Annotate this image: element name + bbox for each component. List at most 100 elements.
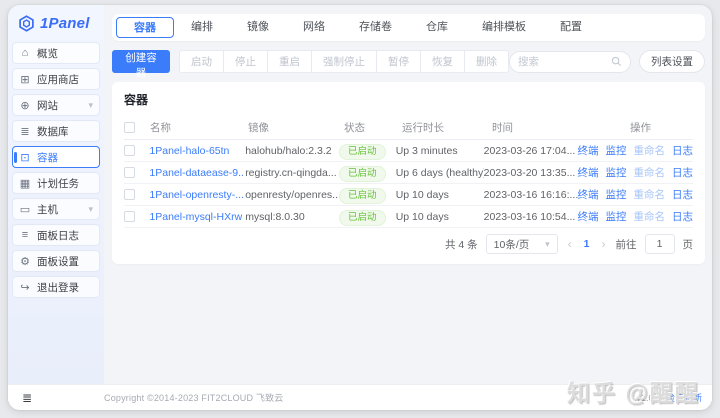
footer: ≣ Copyright ©2014-2023 FIT2CLOUD 飞致云 v1.…: [8, 384, 712, 410]
search-icon: [611, 56, 622, 67]
collapse-sidebar-icon[interactable]: ≣: [22, 391, 32, 405]
tab-repo[interactable]: 仓库: [409, 17, 465, 38]
pause-button[interactable]: 暂停: [376, 50, 421, 73]
sidebar-item-panel-log[interactable]: ≡ 面板日志: [12, 224, 100, 246]
prev-page-button[interactable]: ‹: [566, 237, 574, 251]
sidebar-item-database[interactable]: ≣ 数据库: [12, 120, 100, 142]
container-name-link[interactable]: 1Panel-mysql-HXrw: [149, 211, 242, 223]
container-uptime: Up 10 days: [395, 210, 449, 223]
force-stop-button[interactable]: 强制停止: [311, 50, 377, 73]
rename-link[interactable]: 重命名: [634, 209, 666, 224]
search-input[interactable]: [518, 55, 611, 68]
goto-label: 前往: [615, 238, 637, 251]
pagination-total: 共 4 条: [444, 238, 478, 251]
check-update-link[interactable]: 检查更新: [666, 391, 702, 404]
gear-icon: ⚙: [20, 255, 30, 268]
row-checkbox[interactable]: [124, 144, 135, 156]
table-row: 1Panel-openresty-... openresty/openres..…: [124, 184, 693, 206]
terminal-link[interactable]: 终端: [578, 165, 599, 180]
monitor-link[interactable]: 监控: [606, 187, 627, 202]
sidebar-item-overview[interactable]: ⌂ 概览: [12, 42, 100, 64]
brand-name: 1Panel: [40, 15, 90, 32]
tab-compose-template[interactable]: 编排模板: [465, 17, 543, 38]
sidebar-item-label: 应用商店: [37, 73, 79, 86]
monitor-link[interactable]: 监控: [606, 143, 627, 158]
sidebar-item-cronjob[interactable]: ▦ 计划任务: [12, 172, 100, 194]
logs-link[interactable]: 日志: [672, 165, 693, 180]
rename-link[interactable]: 重命名: [634, 143, 666, 158]
page-size-select[interactable]: 10条/页 ▾: [485, 234, 558, 254]
sidebar: 1Panel ⌂ 概览 ⊞ 应用商店 ⊕ 网站 ▾ ≣ 数据库 ⊡ 容器 ▦ 计…: [8, 5, 104, 384]
toolbar-right: 列表设置: [509, 50, 705, 73]
tab-config[interactable]: 配置: [543, 17, 599, 38]
sidebar-item-label: 网站: [37, 99, 58, 112]
sidebar-item-label: 数据库: [37, 125, 69, 138]
sidebar-item-app-store[interactable]: ⊞ 应用商店: [12, 68, 100, 90]
container-uptime: Up 6 days (healthy): [395, 166, 484, 179]
tab-volume[interactable]: 存储卷: [342, 17, 409, 38]
sidebar-item-label: 退出登录: [37, 281, 79, 294]
start-button[interactable]: 启动: [179, 50, 224, 73]
terminal-link[interactable]: 终端: [578, 209, 599, 224]
log-icon: ≡: [21, 229, 29, 241]
card-title: 容器: [124, 93, 149, 107]
next-page-button[interactable]: ›: [600, 237, 608, 251]
sidebar-item-logout[interactable]: ↪ 退出登录: [12, 276, 100, 298]
table-row: 1Panel-dataease-9... registry.cn-qingda.…: [124, 162, 693, 184]
app-store-icon: ⊞: [20, 73, 30, 86]
terminal-link[interactable]: 终端: [578, 187, 599, 202]
home-icon: ⌂: [21, 47, 29, 59]
monitor-link[interactable]: 监控: [606, 165, 627, 180]
select-all-checkbox[interactable]: [124, 122, 135, 134]
create-container-button[interactable]: 创建容器: [112, 50, 170, 79]
resume-button[interactable]: 恢复: [420, 50, 465, 73]
logs-link[interactable]: 日志: [672, 187, 693, 202]
restart-button[interactable]: 重启: [267, 50, 312, 73]
monitor-icon: ▭: [19, 203, 31, 216]
app-window: 1Panel ⌂ 概览 ⊞ 应用商店 ⊕ 网站 ▾ ≣ 数据库 ⊡ 容器 ▦ 计…: [8, 5, 712, 410]
sidebar-item-host[interactable]: ▭ 主机 ▾: [12, 198, 100, 220]
row-checkbox[interactable]: [124, 210, 135, 222]
chevron-down-icon: ▾: [545, 238, 550, 249]
row-checkbox[interactable]: [124, 188, 135, 200]
sidebar-item-label: 概览: [37, 47, 58, 60]
rename-link[interactable]: 重命名: [634, 165, 666, 180]
tab-container[interactable]: 容器: [116, 17, 174, 38]
chevron-down-icon: ▾: [88, 203, 93, 214]
logs-link[interactable]: 日志: [672, 143, 693, 158]
container-name-link[interactable]: 1Panel-dataease-9...: [149, 167, 245, 179]
sidebar-item-label: 面板日志: [37, 229, 79, 242]
main-content: 容器 编排 镜像 网络 存储卷 仓库 编排模板 配置 创建容器 启动 停止 重启…: [104, 5, 712, 384]
terminal-link[interactable]: 终端: [578, 143, 599, 158]
stop-button[interactable]: 停止: [223, 50, 268, 73]
sidebar-item-panel-settings[interactable]: ⚙ 面板设置: [12, 250, 100, 272]
monitor-link[interactable]: 监控: [606, 209, 627, 224]
sidebar-item-container[interactable]: ⊡ 容器: [12, 146, 100, 168]
container-uptime: Up 3 minutes: [395, 144, 458, 157]
tab-compose[interactable]: 编排: [174, 17, 230, 38]
logs-link[interactable]: 日志: [672, 209, 693, 224]
search-box: [509, 50, 631, 73]
header-image: 镜像: [248, 122, 269, 134]
status-badge: 已启动: [339, 166, 386, 182]
list-settings-button[interactable]: 列表设置: [639, 50, 705, 73]
table-row: 1Panel-mysql-HXrw mysql:8.0.30 已启动 Up 10…: [124, 206, 693, 228]
goto-page-input[interactable]: [644, 234, 675, 254]
page-number[interactable]: 1: [582, 238, 592, 250]
sidebar-item-website[interactable]: ⊕ 网站 ▾: [12, 94, 100, 116]
chevron-down-icon: ▾: [88, 99, 93, 110]
tab-image[interactable]: 镜像: [230, 17, 286, 38]
brand-logo[interactable]: 1Panel: [8, 5, 104, 40]
header-name: 名称: [150, 122, 171, 134]
container-name-link[interactable]: 1Panel-halo-65tn: [149, 145, 229, 157]
table-header-row: 名称 镜像 状态 运行时长 时间 操作: [124, 116, 693, 140]
container-name-link[interactable]: 1Panel-openresty-...: [149, 189, 244, 201]
row-checkbox[interactable]: [124, 166, 135, 178]
screen: 1Panel ⌂ 概览 ⊞ 应用商店 ⊕ 网站 ▾ ≣ 数据库 ⊡ 容器 ▦ 计…: [0, 0, 720, 418]
copyright-text: Copyright ©2014-2023 FIT2CLOUD 飞致云: [104, 393, 284, 403]
rename-link[interactable]: 重命名: [634, 187, 666, 202]
header-status: 状态: [344, 122, 365, 134]
delete-button[interactable]: 删除: [464, 50, 509, 73]
version-text: v1.0.3: [636, 392, 661, 403]
tab-network[interactable]: 网络: [286, 17, 342, 38]
